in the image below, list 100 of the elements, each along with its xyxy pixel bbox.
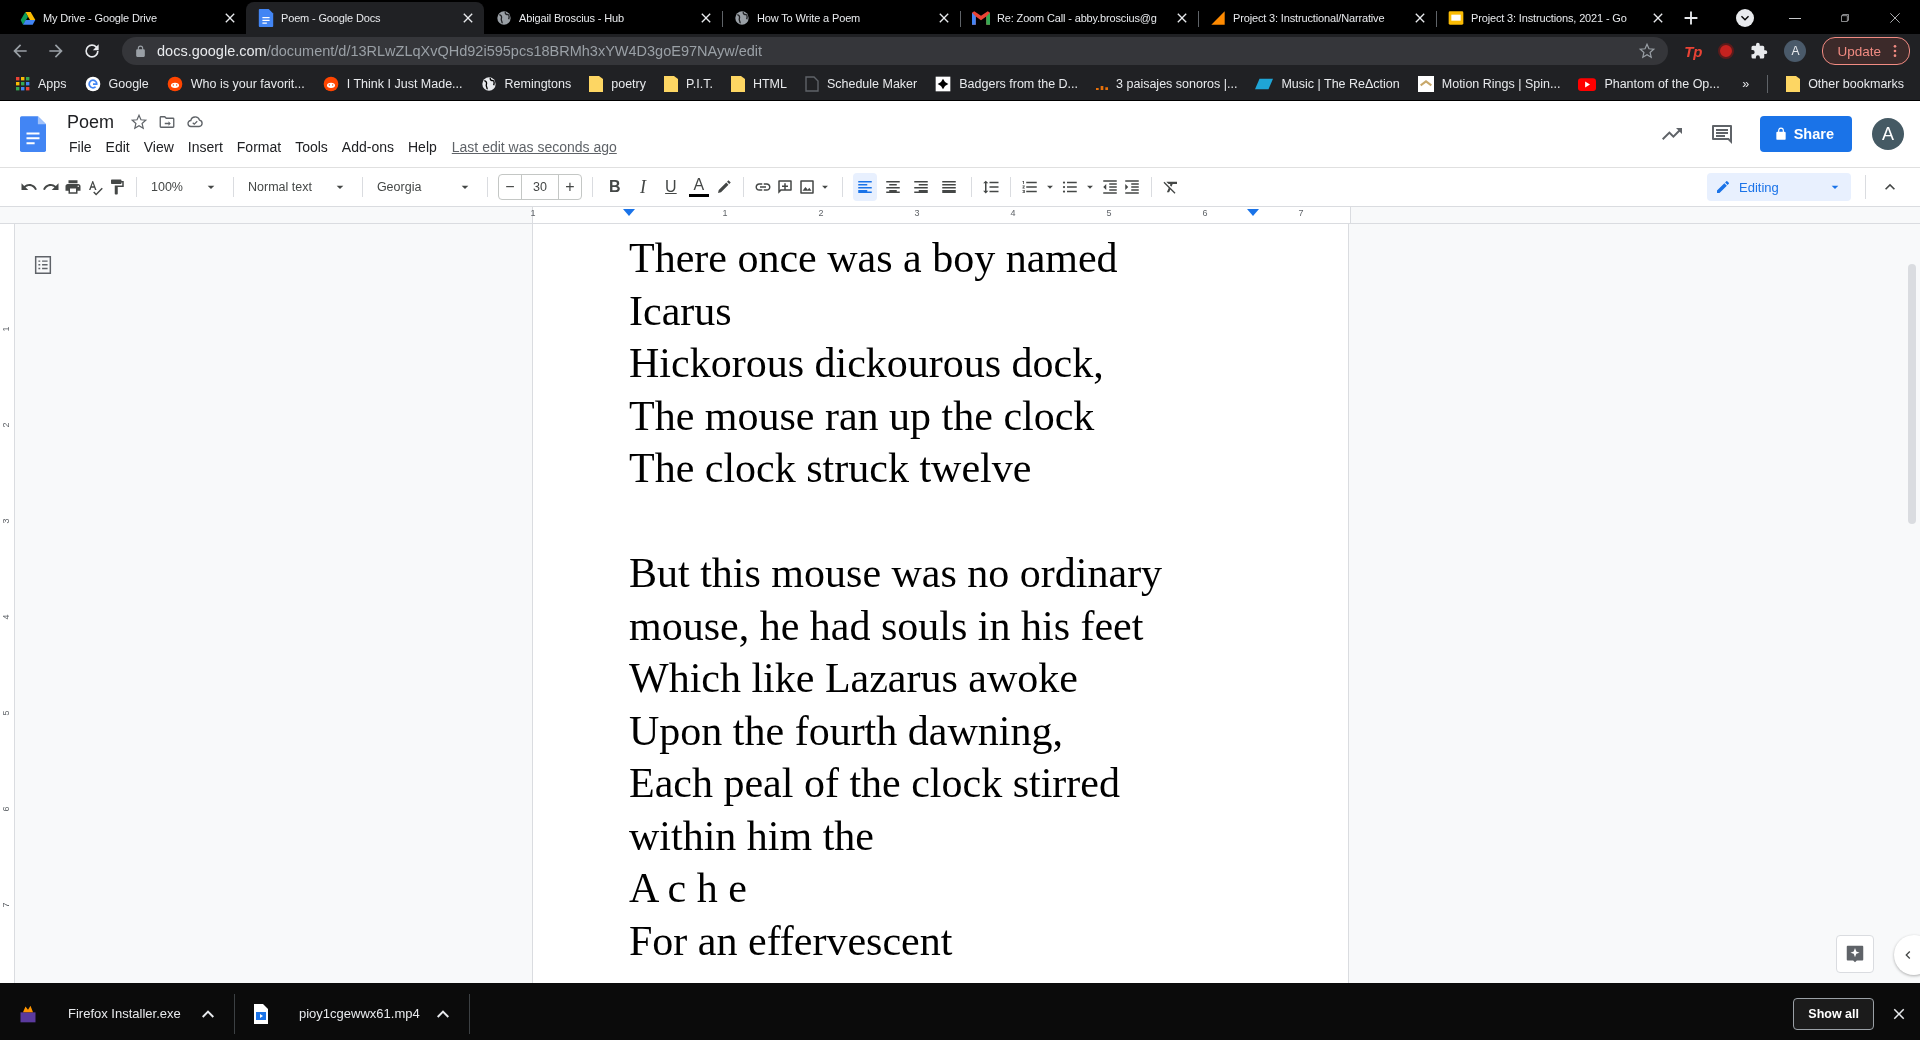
- browser-tab[interactable]: Project 3: Instructions, 2021 - Go: [1436, 2, 1674, 34]
- bookmark-folder[interactable]: Other bookmarks: [1778, 71, 1912, 97]
- ruler-number: 2: [0, 422, 11, 428]
- bookmark-item[interactable]: poetry: [581, 71, 654, 97]
- scrollbar-thumb[interactable]: [1908, 264, 1916, 524]
- numbered-list-icon: [1020, 178, 1039, 196]
- move-folder-icon: [158, 113, 177, 131]
- menu-item[interactable]: File: [62, 136, 99, 157]
- menu-item[interactable]: Tools: [288, 136, 335, 157]
- slides-icon: [1448, 10, 1464, 26]
- editing-mode-dropdown[interactable]: Editing: [1707, 173, 1851, 201]
- ruler-number: 6: [0, 806, 11, 812]
- bookmark-item[interactable]: P.I.T.: [656, 71, 721, 97]
- extension-icon[interactable]: Tp: [1684, 42, 1703, 60]
- download-item[interactable]: pioy1cgewwx61.mp4: [235, 993, 470, 1034]
- pencil-icon: [1715, 179, 1731, 195]
- bookmark-item[interactable]: Schedule Maker: [796, 71, 926, 97]
- outline-icon: [32, 254, 54, 276]
- share-button[interactable]: Share: [1759, 116, 1852, 152]
- bold-button[interactable]: B: [602, 178, 627, 196]
- bookmark-item[interactable]: HTML: [722, 71, 795, 97]
- indent-marker[interactable]: [623, 209, 635, 216]
- sparkle-icon: [1844, 943, 1866, 965]
- menu-item[interactable]: Insert: [180, 136, 230, 157]
- menu-item[interactable]: Add-ons: [334, 136, 401, 157]
- document-page[interactable]: [532, 224, 1349, 983]
- menu-item[interactable]: Format: [229, 136, 289, 157]
- docs-logo-icon[interactable]: [20, 116, 46, 152]
- spellcheck-icon: [86, 178, 104, 196]
- globe-icon: [734, 10, 750, 26]
- browser-tab[interactable]: Project 3: Instructional/Narrative: [1198, 2, 1436, 34]
- bookmark-item[interactable]: Phantom of the Op...: [1570, 71, 1728, 97]
- align-left-button[interactable]: [852, 173, 877, 201]
- poem-line: mouse, he had souls in his feet: [629, 601, 1145, 651]
- browser-tab[interactable]: Abigail Broscius - Hub: [484, 2, 722, 34]
- add-comment-icon: [775, 178, 794, 196]
- update-button[interactable]: Update: [1822, 37, 1910, 65]
- user-avatar[interactable]: A: [1872, 118, 1904, 150]
- comment-icon: [1709, 122, 1734, 146]
- ruler-number: 7: [1298, 208, 1304, 218]
- wedge-logo-icon: [1210, 10, 1226, 26]
- last-edit-link[interactable]: Last edit was seconds ago: [451, 138, 617, 155]
- bookmark-item[interactable]: Music | The ReΔction: [1247, 71, 1408, 97]
- document-title[interactable]: Poem: [62, 111, 121, 133]
- decrease-size-button[interactable]: −: [498, 178, 521, 196]
- poem-line: For an effervescent: [629, 916, 954, 966]
- explore-button[interactable]: [1836, 935, 1874, 973]
- vertical-ruler[interactable]: 1 2 3 4 5 6 7: [0, 224, 15, 983]
- increase-size-button[interactable]: +: [558, 178, 581, 196]
- address-bar[interactable]: docs.google.com/document/d/13RLwZLqXvQHd92i595pcs18BRMh3xYW4D3goE97NAyw/edit: [122, 37, 1669, 65]
- bookmark-item[interactable]: Badgers from the D...: [927, 71, 1087, 97]
- tab-search-button[interactable]: [1736, 9, 1754, 27]
- bookmark-item[interactable]: Remingtons: [472, 71, 580, 97]
- poem-line: The clock struck twelve: [629, 444, 1033, 493]
- italic-button[interactable]: I: [630, 176, 655, 198]
- browser-tab[interactable]: How To Write a Poem: [722, 2, 960, 34]
- emblem-icon: [935, 76, 952, 92]
- menu-item[interactable]: View: [136, 136, 181, 157]
- underline-button[interactable]: U: [658, 178, 683, 196]
- star-icon: [130, 113, 149, 131]
- poem-line: Which like Lazarus awoke: [629, 654, 1079, 703]
- menu-item[interactable]: Edit: [98, 136, 137, 157]
- puzzle-icon: [1750, 42, 1769, 60]
- horizontal-ruler[interactable]: 1 1 2 3 4 5 6 7: [532, 207, 1351, 223]
- zoom-dropdown[interactable]: 100%: [147, 173, 223, 201]
- more-bookmarks-button[interactable]: »: [1734, 71, 1758, 97]
- browser-tab[interactable]: Poem - Google Docs: [246, 2, 484, 34]
- caret-icon: [202, 1009, 214, 1018]
- increase-indent-icon: [1122, 178, 1141, 196]
- browser-tab[interactable]: Re: Zoom Call - abby.broscius@g: [960, 2, 1198, 34]
- poem-line: within him the: [629, 811, 875, 861]
- ruler-number: 4: [1010, 208, 1016, 218]
- bookmark-item[interactable]: I Think I Just Made...: [314, 71, 471, 97]
- bars-icon: [1096, 86, 1109, 90]
- page-icon: [804, 76, 819, 92]
- bookmark-item[interactable]: Google: [76, 71, 157, 97]
- show-all-button[interactable]: Show all: [1793, 997, 1874, 1030]
- profile-avatar[interactable]: A: [1784, 40, 1807, 62]
- alien-face-icon: [166, 76, 183, 92]
- bookmark-item[interactable]: Who is your favorit...: [158, 71, 313, 97]
- menu-item[interactable]: Help: [401, 136, 444, 157]
- align-icon: [939, 178, 958, 196]
- indent-marker[interactable]: [1247, 209, 1259, 216]
- restore-icon: [1838, 11, 1852, 25]
- bookmark-item[interactable]: Motion Rings | Spin...: [1409, 71, 1569, 97]
- font-size-field[interactable]: 30: [520, 175, 559, 199]
- text-color-button[interactable]: A: [686, 177, 711, 197]
- font-dropdown[interactable]: Georgia: [372, 173, 477, 201]
- drive-logo-icon: [20, 10, 36, 26]
- bookmark-item[interactable]: Apps: [8, 71, 75, 97]
- bookmark-item[interactable]: 3 paisajes sonoros |...: [1088, 71, 1246, 97]
- browser-tab[interactable]: My Drive - Google Drive: [8, 2, 246, 34]
- line-spacing-icon: [981, 178, 1000, 196]
- download-item[interactable]: Firefox Installer.exe: [0, 993, 235, 1034]
- parallelogram-icon: [1255, 77, 1274, 91]
- google-logo-icon: [84, 76, 101, 92]
- apps-grid-icon: [16, 77, 30, 91]
- lock-icon: [134, 44, 147, 58]
- style-dropdown[interactable]: Normal text: [244, 173, 352, 201]
- record-icon[interactable]: [1718, 43, 1735, 59]
